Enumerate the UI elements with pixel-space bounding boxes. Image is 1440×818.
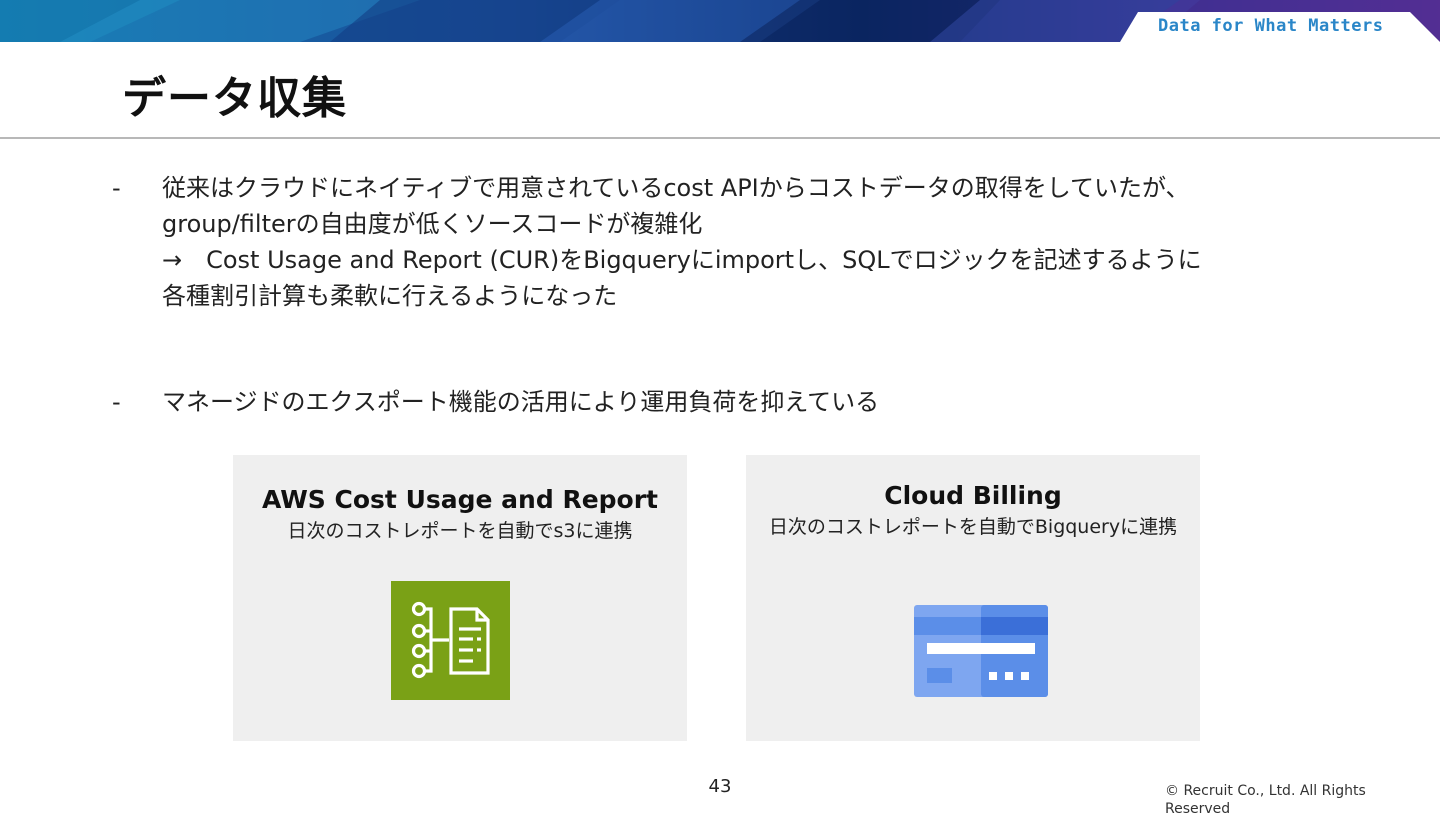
card-title: AWS Cost Usage and Report	[262, 485, 658, 514]
aws-cost-usage-report-icon	[391, 581, 510, 704]
page-title: データ収集	[122, 73, 347, 124]
aws-cur-card: AWS Cost Usage and Report 日次のコストレポートを自動で…	[233, 455, 687, 741]
card-title: Cloud Billing	[884, 481, 1062, 510]
bullet-line: → Cost Usage and Report (CUR)をBigqueryにi…	[162, 246, 1202, 274]
cloud-billing-card: Cloud Billing 日次のコストレポートを自動でBigqueryに連携	[746, 455, 1200, 741]
title-divider	[0, 137, 1440, 139]
card-subtitle: 日次のコストレポートを自動でs3に連携	[287, 520, 633, 542]
tagline-tab: Data for What Matters	[1120, 12, 1440, 42]
bullet-line: 各種割引計算も柔軟に行えるようになった	[162, 282, 618, 310]
bullet-text: 従来はクラウドにネイティブで用意されているcost APIからコストデータの取得…	[162, 170, 1202, 314]
bullet-text: マネージドのエクスポート機能の活用により運用負荷を抑えている	[162, 384, 879, 420]
cloud-billing-card-icon	[914, 605, 1048, 701]
bullet-line: 従来はクラウドにネイティブで用意されているcost APIからコストデータの取得…	[162, 174, 1190, 202]
bullet-marker: -	[112, 388, 121, 416]
card-subtitle: 日次のコストレポートを自動でBigqueryに連携	[768, 516, 1178, 538]
tagline: Data for What Matters	[1158, 16, 1384, 36]
bullet-marker: -	[112, 174, 121, 202]
page-number: 43	[708, 776, 732, 797]
bullet-line: group/filterの自由度が低くソースコードが複雑化	[162, 210, 703, 238]
copyright-notice: © Recruit Co., Ltd. All Rights Reserved	[1165, 783, 1366, 817]
bullet-line: マネージドのエクスポート機能の活用により運用負荷を抑えている	[162, 388, 880, 416]
